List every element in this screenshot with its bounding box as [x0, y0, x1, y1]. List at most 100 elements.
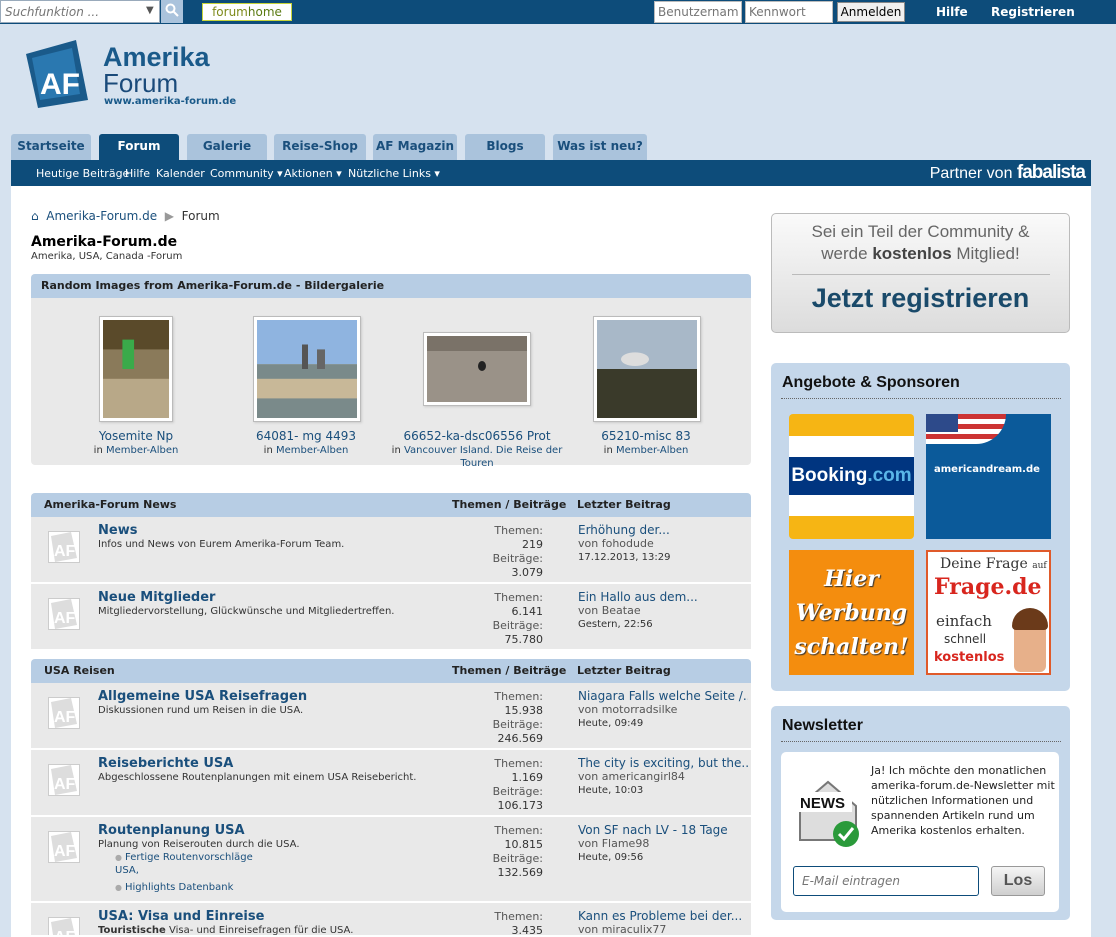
forum-icon-mark: AF: [54, 709, 76, 726]
forum-row[interactable]: AF Allgemeine USA Reisefragen Diskussion…: [31, 683, 751, 750]
last-post-title[interactable]: The city is exciting, but the...: [578, 756, 748, 770]
forum-title[interactable]: USA: Visa und Einreise: [98, 909, 264, 924]
frage-line5: kostenlos: [934, 650, 1005, 665]
last-post-title[interactable]: Niagara Falls welche Seite /...: [578, 689, 748, 703]
forumhome-link[interactable]: forumhome: [202, 3, 292, 21]
posts-label: Beiträge:: [492, 852, 543, 865]
subnav-help[interactable]: Hilfe: [125, 167, 150, 180]
ad-frage-de[interactable]: Deine Frage auf Frage.de einfach schnell…: [926, 550, 1051, 675]
last-post-author[interactable]: motorradsilke: [602, 703, 678, 716]
last-post-author[interactable]: Beatae: [602, 604, 641, 617]
partner-fabalista[interactable]: Partner von fabalista: [930, 162, 1086, 184]
frage-logo: Frage.de: [934, 574, 1042, 600]
topics-label: Themen:: [494, 910, 543, 923]
forum-title[interactable]: Allgemeine USA Reisefragen: [98, 689, 307, 704]
gallery-title-1[interactable]: Yosemite Np: [46, 429, 226, 443]
subforum-link[interactable]: Highlights Datenbank: [115, 882, 233, 893]
password-field[interactable]: [745, 1, 833, 23]
forum-row[interactable]: AF Routenplanung USA Planung von Reisero…: [31, 817, 751, 903]
register-link[interactable]: Registrieren: [991, 5, 1075, 19]
newsletter-submit-button[interactable]: Los: [991, 866, 1045, 896]
forum-row[interactable]: AF News Infos und News von Eurem Amerika…: [31, 517, 751, 584]
register-line2-b: kostenlos: [872, 244, 952, 263]
subnav-useful-links[interactable]: Nützliche Links ▾: [348, 167, 440, 180]
gallery-title-4[interactable]: 65210-misc 83: [556, 429, 736, 443]
search-input[interactable]: [5, 4, 139, 20]
forum-row[interactable]: AF Neue Mitglieder Mitgliedervorstellung…: [31, 584, 751, 651]
album-link[interactable]: Member-Alben: [106, 445, 178, 456]
posts-count: 106.173: [497, 799, 544, 812]
forum-description: Infos und News von Eurem Amerika-Forum T…: [98, 539, 345, 550]
search-box[interactable]: ▼: [0, 0, 160, 23]
by-label: von: [578, 770, 602, 783]
last-post-title[interactable]: Kann es Probleme bei der...: [578, 909, 748, 923]
gallery-album-3: in Vancouver Island. Die Reise der Toure…: [387, 444, 567, 466]
subnav-todays-posts[interactable]: Heutige Beiträge: [36, 167, 129, 180]
tab-startseite[interactable]: Startseite: [11, 134, 91, 160]
album-link[interactable]: Member-Alben: [616, 445, 688, 456]
forum-title[interactable]: Reiseberichte USA: [98, 756, 233, 771]
login-button[interactable]: Anmelden: [837, 2, 905, 22]
frage-line1-text: Deine Frage: [940, 556, 1033, 572]
forum-stats: Themen: 15.938 Beiträge: 246.569: [431, 690, 543, 746]
tab-reise-shop[interactable]: Reise-Shop: [274, 134, 366, 160]
subforum-link-cont[interactable]: USA,: [115, 865, 139, 876]
ad-americandream[interactable]: americandream.de: [926, 414, 1051, 539]
gallery-thumb-2[interactable]: [253, 316, 361, 422]
frage-line1-small: auf: [1032, 561, 1047, 571]
last-post-author[interactable]: miraculix77: [602, 923, 667, 935]
album-link[interactable]: Member-Alben: [276, 445, 348, 456]
by-label: von: [578, 703, 602, 716]
topics-count: 15.938: [504, 704, 544, 717]
newsletter-email-input[interactable]: [793, 866, 979, 896]
forum-description: Abgeschlossene Routenplanungen mit einem…: [98, 772, 417, 783]
ad-booking[interactable]: Booking.com: [789, 414, 914, 539]
search-button[interactable]: [161, 0, 183, 23]
subforum-link[interactable]: Fertige Routenvorschläge: [115, 852, 253, 863]
forum-title[interactable]: News: [98, 523, 137, 538]
tab-forum[interactable]: Forum: [99, 134, 179, 160]
forum-title[interactable]: Routenplanung USA: [98, 823, 245, 838]
register-cta[interactable]: Jetzt registrieren: [772, 283, 1069, 314]
album-link[interactable]: Vancouver Island. Die Reise der Touren: [404, 445, 562, 466]
register-banner[interactable]: Sei ein Teil der Community & werde koste…: [771, 213, 1070, 333]
help-link[interactable]: Hilfe: [936, 5, 968, 19]
last-post-title[interactable]: Erhöhung der...: [578, 523, 748, 537]
forum-read-icon: AF: [48, 697, 80, 729]
last-post-author[interactable]: americangirl84: [602, 770, 685, 783]
posts-label: Beiträge:: [492, 785, 543, 798]
section-title[interactable]: USA Reisen: [44, 664, 115, 677]
breadcrumb-home[interactable]: Amerika-Forum.de: [46, 209, 157, 223]
gallery-thumb-3[interactable]: [423, 332, 531, 406]
posts-count: 3.079: [511, 566, 544, 579]
ad-werbung[interactable]: Hier Werbung schalten!: [789, 550, 914, 675]
forum-description: Diskussionen rund um Reisen in die USA.: [98, 705, 304, 716]
tab-was-ist-neu[interactable]: Was ist neu?: [553, 134, 647, 160]
forum-row[interactable]: AF Reiseberichte USA Abgeschlossene Rout…: [31, 750, 751, 817]
tab-af-magazin[interactable]: AF Magazin: [373, 134, 457, 160]
last-post-title[interactable]: Von SF nach LV - 18 Tage: [578, 823, 748, 837]
forum-logo-icon[interactable]: AF: [26, 40, 98, 108]
gallery-title-2[interactable]: 64081- mg 4493: [216, 429, 396, 443]
forum-stats: Themen: 3.435: [431, 910, 543, 935]
last-post-author[interactable]: fohodude: [602, 537, 654, 550]
tab-galerie[interactable]: Galerie: [187, 134, 267, 160]
gallery-title-3[interactable]: 66652-ka-dsc06556 Prot: [387, 429, 567, 443]
forum-title[interactable]: Neue Mitglieder: [98, 590, 215, 605]
gallery-thumb-4[interactable]: [593, 316, 701, 422]
username-field[interactable]: [654, 1, 742, 23]
gallery-album-4: in Member-Alben: [556, 444, 736, 457]
chevron-down-icon[interactable]: ▼: [146, 5, 154, 16]
last-post-author[interactable]: Flame98: [602, 837, 650, 850]
section-title[interactable]: Amerika-Forum News: [44, 498, 176, 511]
subnav-actions[interactable]: Aktionen ▾: [284, 167, 342, 180]
gallery-thumb-1[interactable]: [99, 316, 173, 422]
home-icon[interactable]: ⌂: [31, 209, 39, 223]
posts-label: Beiträge:: [492, 619, 543, 632]
subnav-calendar[interactable]: Kalender: [156, 167, 205, 180]
subnav-community[interactable]: Community ▾: [210, 167, 283, 180]
tab-blogs[interactable]: Blogs: [465, 134, 545, 160]
forum-row[interactable]: AF USA: Visa und Einreise Touristische V…: [31, 903, 751, 937]
search-icon: [165, 3, 179, 17]
last-post-title[interactable]: Ein Hallo aus dem...: [578, 590, 748, 604]
